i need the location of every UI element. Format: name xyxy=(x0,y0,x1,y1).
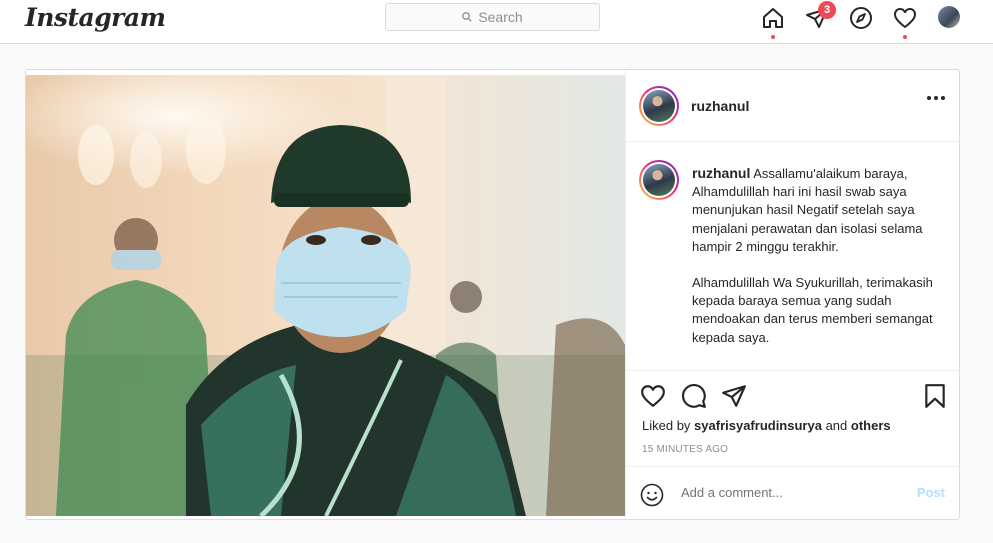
instagram-logo[interactable]: Instagram xyxy=(25,3,166,32)
home-indicator-dot xyxy=(771,35,775,39)
author-username[interactable]: ruzhanul xyxy=(691,98,749,114)
caption-avatar-ring[interactable] xyxy=(639,160,679,200)
save-bookmark-icon[interactable] xyxy=(922,383,948,409)
story-ring[interactable] xyxy=(639,86,679,126)
post-photo[interactable] xyxy=(26,75,625,516)
caption-avatar xyxy=(643,164,675,196)
liked-user-link[interactable]: syafrisyafrudinsurya xyxy=(694,418,822,433)
liked-by-text: Liked by syafrisyafrudinsurya and others xyxy=(642,418,891,433)
post-timestamp[interactable]: 15 MINUTES AGO xyxy=(642,444,728,455)
caption-text-2: Alhamdulillah Wa Syukurillah, terimakasi… xyxy=(692,275,933,345)
activity-indicator-dot xyxy=(903,35,907,39)
search-input[interactable]: Search xyxy=(385,3,600,31)
comment-icon[interactable] xyxy=(681,383,707,409)
post-caption: ruzhanul Assallamu'alaikum baraya, Alham… xyxy=(692,164,942,347)
post-card: ruzhanul ruzhanul Assallamu'alaikum bara… xyxy=(25,69,960,520)
more-options-icon[interactable] xyxy=(927,96,945,100)
comment-input[interactable] xyxy=(681,485,881,500)
post-header: ruzhanul xyxy=(626,70,959,142)
liked-and: and xyxy=(825,418,848,433)
explore-icon[interactable] xyxy=(848,5,874,31)
direct-icon[interactable]: 3 xyxy=(804,1,836,31)
search-placeholder: Search xyxy=(478,9,523,25)
search-icon xyxy=(462,12,473,22)
top-nav-bar: Instagram Search 3 xyxy=(0,0,993,44)
activity-icon[interactable] xyxy=(892,5,918,39)
post-sidebar: ruzhanul ruzhanul Assallamu'alaikum bara… xyxy=(625,70,959,519)
emoji-icon[interactable] xyxy=(640,483,664,512)
share-icon[interactable] xyxy=(721,383,747,409)
home-icon[interactable] xyxy=(760,5,786,39)
notification-badge: 3 xyxy=(818,1,836,19)
like-heart-icon[interactable] xyxy=(640,383,666,409)
profile-avatar[interactable] xyxy=(938,6,960,28)
post-actions: Liked by syafrisyafrudinsurya and others… xyxy=(626,370,959,519)
caption-username[interactable]: ruzhanul xyxy=(692,165,750,181)
liked-others-link[interactable]: others xyxy=(851,418,891,433)
liked-prefix: Liked by xyxy=(642,418,691,433)
post-comment-button[interactable]: Post xyxy=(917,485,945,500)
comment-box: Post xyxy=(626,466,959,519)
author-avatar xyxy=(643,90,675,122)
